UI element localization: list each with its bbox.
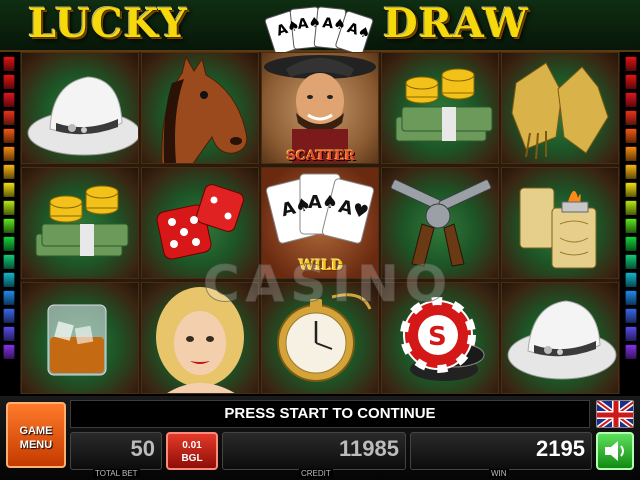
payline-light [625,236,637,251]
reel-3: SCATTER A♠ A♠ A♥ WILD [261,52,379,394]
payline-light [625,308,637,323]
payline-light [625,344,637,359]
payline-light [3,344,15,359]
credit-meter: 11985 CREDIT [222,432,406,478]
payline-indicators-right [623,56,639,362]
denom-value: 0.01 [182,440,202,451]
payline-light [3,74,15,89]
payline-light [625,272,637,287]
revolvers-icon [381,167,499,279]
reel-5 [501,52,619,394]
svg-text:A♠: A♠ [308,192,338,213]
uk-flag-icon [597,401,633,427]
control-panel: GAME MENU PRESS START TO CONTINUE 50 TOT… [0,396,640,480]
win-meter: 2195 WIN [410,432,592,478]
payline-light [625,164,637,179]
lighter-icon [501,167,619,279]
scatter-label: SCATTER [286,149,356,164]
payline-light [3,236,15,251]
gloves-icon [501,52,619,164]
payline-light [625,182,637,197]
payline-light [625,218,637,233]
payline-indicators-left [1,56,17,362]
denom-currency: BGL [181,453,203,464]
payline-light [3,290,15,305]
wild-cards-icon: A♠ A♠ A♥ WILD [261,167,379,279]
payline-light [3,308,15,323]
payline-light [625,92,637,107]
payline-light [625,110,637,125]
total-bet-meter: 50 TOTAL BET [70,432,162,478]
dice-icon [141,167,259,279]
cowboy-hat-icon [501,282,619,394]
game-menu-line1: GAME [19,425,53,437]
payline-light [3,218,15,233]
win-value: 2195 [536,436,585,461]
reel-2 [141,52,259,394]
payline-light [3,164,15,179]
payline-light [625,200,637,215]
game-menu-button[interactable]: GAME MENU [6,402,66,468]
svg-text:S: S [428,322,447,352]
pocket-watch-icon [261,282,379,394]
payline-light [3,92,15,107]
title-lucky: LUCKY [28,0,188,47]
casino-chip-icon: S [381,282,499,394]
title-banner: LUCKY A♠ A♠ A♠ A♠ DRAW [0,0,640,52]
payline-light [3,110,15,125]
cowboy-hat-icon [21,52,139,164]
payline-light [3,254,15,269]
scatter-cowboy-icon: SCATTER [261,52,379,164]
whiskey-glass-icon [21,282,139,394]
sound-button[interactable] [596,432,634,470]
payline-light [3,146,15,161]
payline-light [3,272,15,287]
playing-cards-icon: A♠ A♠ A♠ A♠ [264,6,374,52]
credit-value: 11985 [339,436,399,461]
lady-portrait-icon [141,282,259,394]
language-flag-button[interactable] [596,400,634,428]
game-menu-line2: MENU [19,439,53,451]
title-draw: DRAW [383,0,529,47]
speaker-icon [605,441,624,461]
payline-light [3,56,15,71]
payline-light [3,200,15,215]
payline-light [625,290,637,305]
reel-1 [21,52,139,394]
payline-light [625,146,637,161]
money-stack-icon [21,167,139,279]
svg-text:A♠: A♠ [297,14,322,32]
payline-light [3,326,15,341]
money-stack-icon [381,52,499,164]
total-bet-value: 50 [130,436,155,461]
credit-caption: CREDIT [299,469,333,478]
payline-light [625,326,637,341]
reel-4: S [381,52,499,394]
wild-label: WILD [298,258,344,274]
message-bar: PRESS START TO CONTINUE [70,400,590,428]
payline-light [625,56,637,71]
win-caption: WIN [489,469,509,478]
reel-area: SCATTER A♠ A♠ A♥ WILD S CASINO [20,52,620,394]
total-bet-caption: TOTAL BET [93,469,140,478]
denomination-button[interactable]: 0.01 BGL [166,432,218,470]
horse-icon [141,52,259,164]
svg-text:A♠: A♠ [322,15,347,33]
payline-light [625,74,637,89]
payline-light [3,182,15,197]
payline-light [3,128,15,143]
payline-light [625,254,637,269]
payline-light [625,128,637,143]
